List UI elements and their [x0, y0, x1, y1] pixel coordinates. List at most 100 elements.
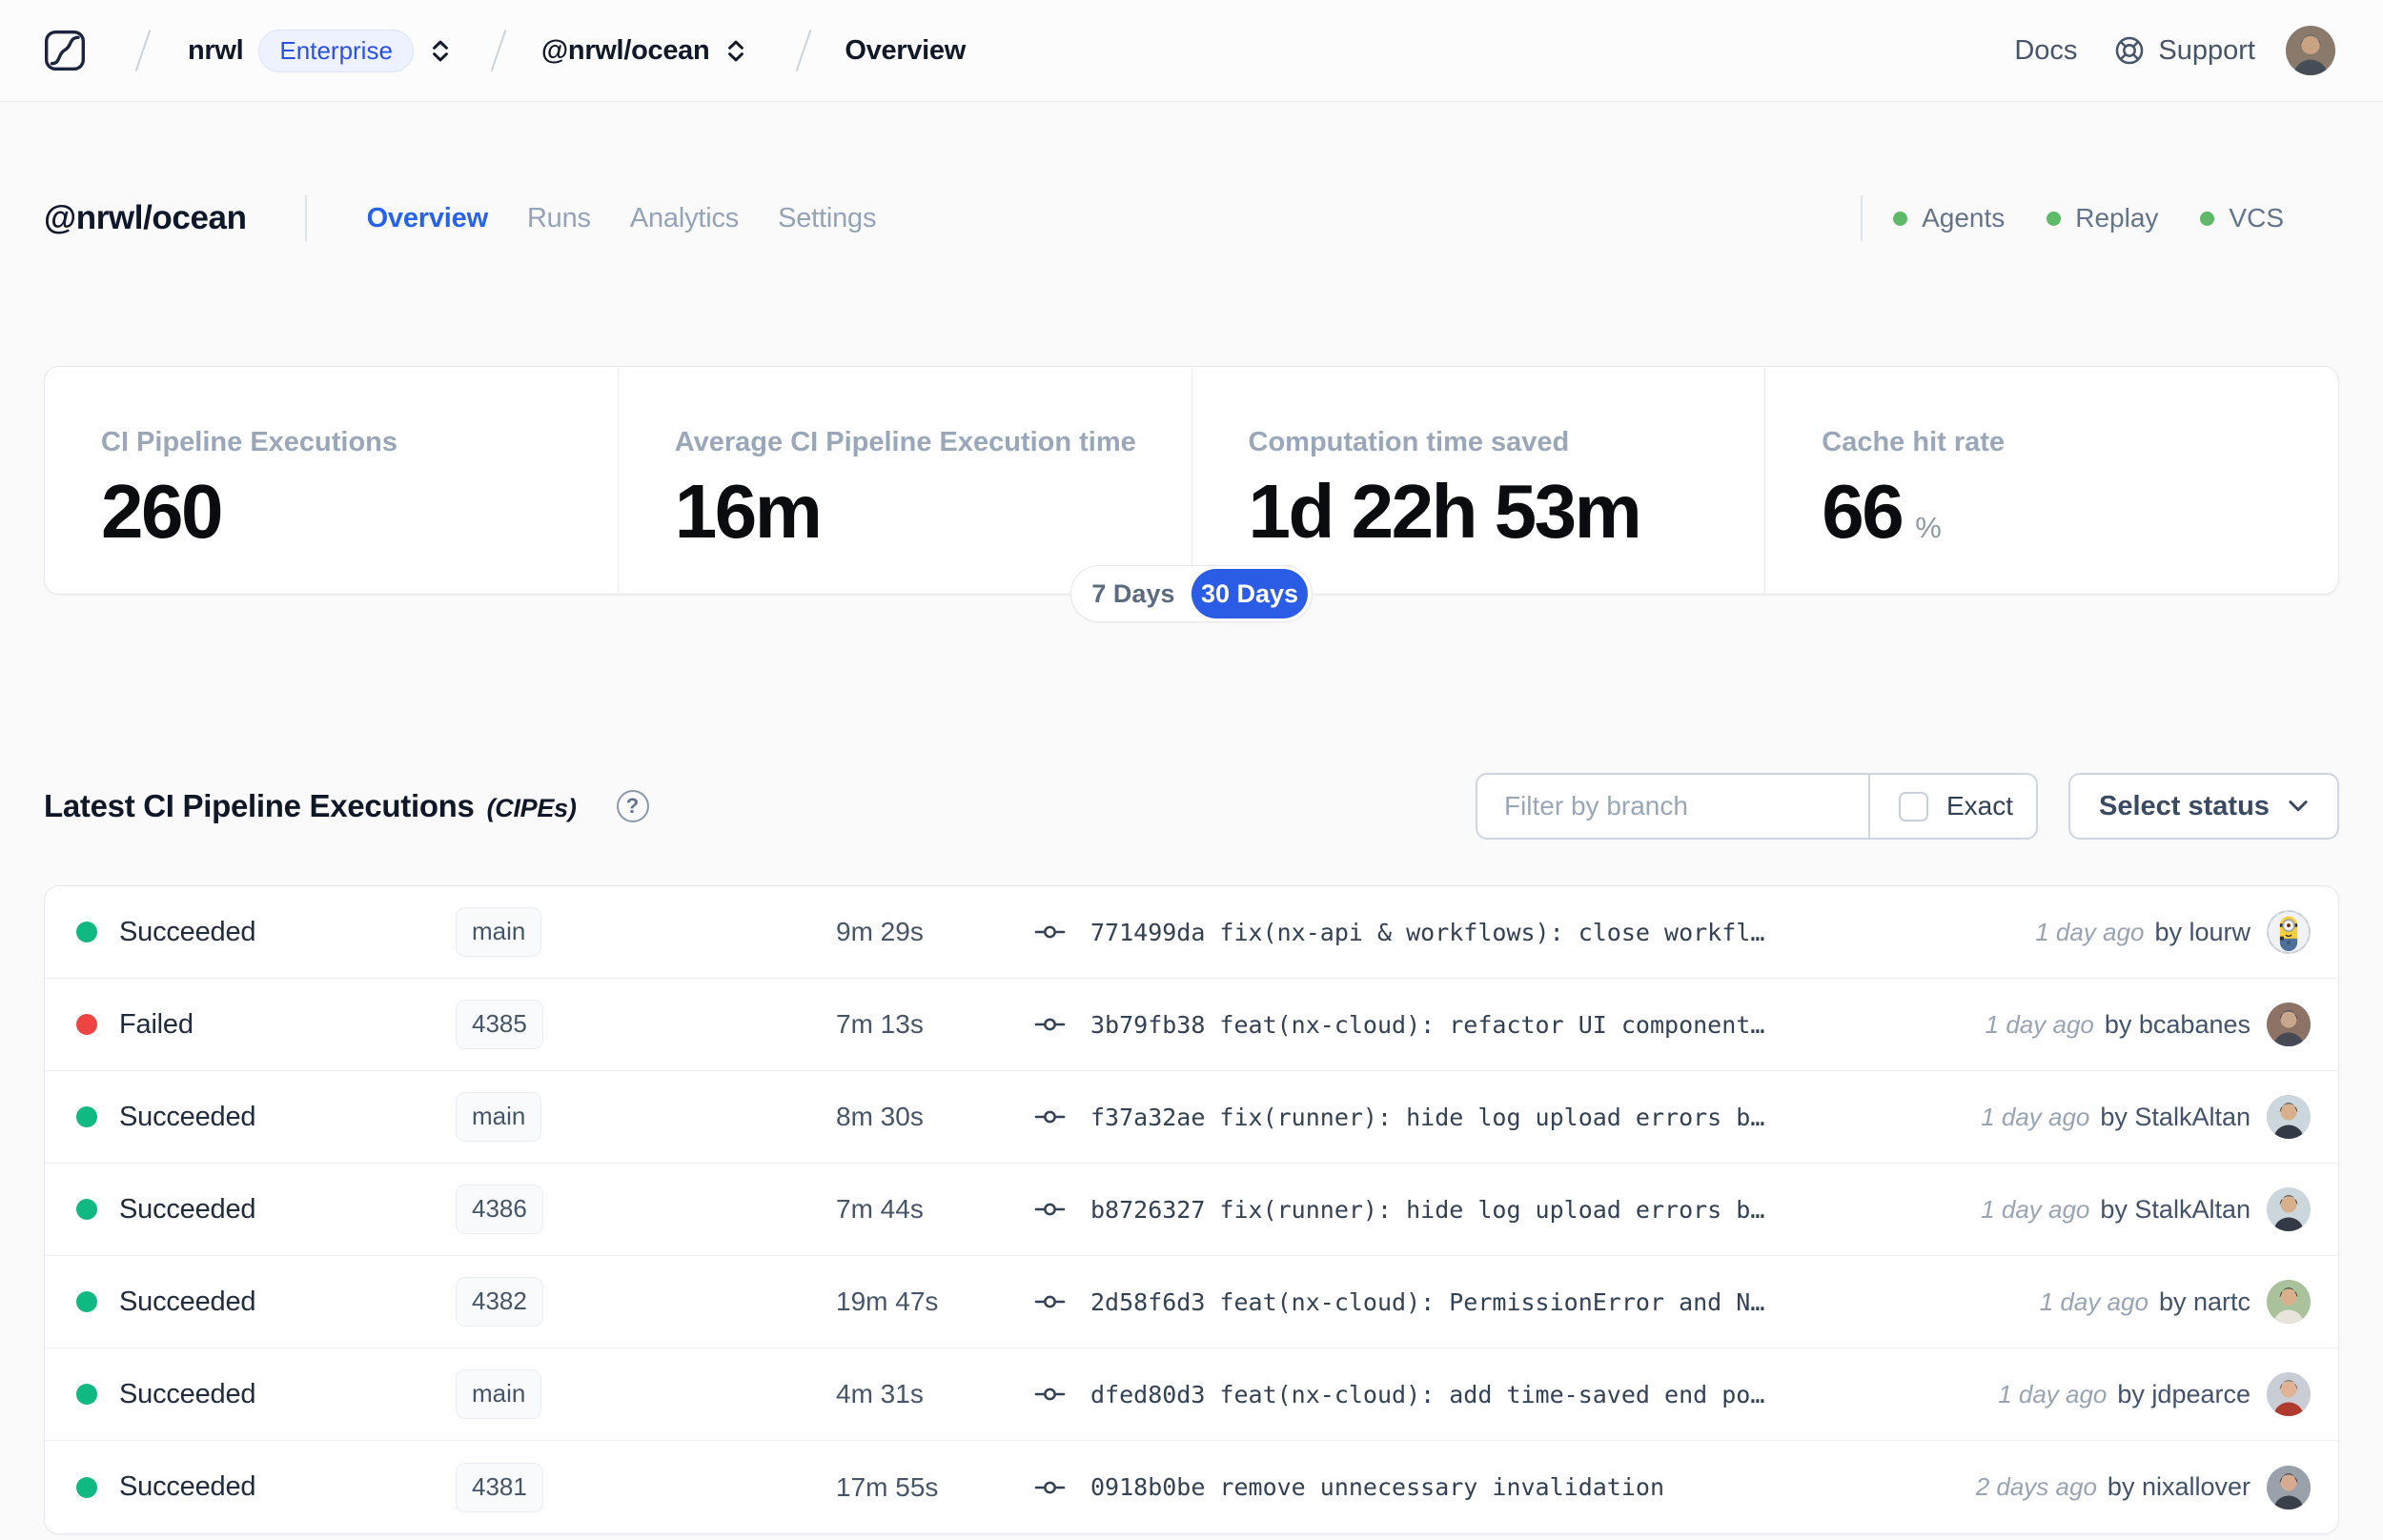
commit-message[interactable]: b8726327 fix(runner): hide log upload err…: [1090, 1196, 1764, 1224]
run-row[interactable]: Succeeded 4386 7m 44s b8726327 fix(runner…: [45, 1164, 2338, 1256]
user-avatar[interactable]: [2286, 26, 2335, 75]
range-30-days[interactable]: 30 Days: [1191, 569, 1309, 618]
run-row[interactable]: Failed 4385 7m 13s 3b79fb38 feat(nx-cloud…: [45, 979, 2338, 1071]
branch-badge[interactable]: main: [456, 1369, 542, 1419]
run-duration: 9m 29s: [836, 917, 924, 946]
commit-cell: dfed80d3 feat(nx-cloud): add time-saved e…: [1034, 1381, 1998, 1408]
run-status: Succeeded: [119, 1378, 256, 1409]
run-row[interactable]: Succeeded 4382 19m 47s 2d58f6d3 feat(nx-c…: [45, 1256, 2338, 1348]
breadcrumb-workspace[interactable]: @nrwl/ocean: [541, 35, 710, 67]
branch-badge[interactable]: 4381: [456, 1462, 543, 1512]
status-dot-icon: [2200, 211, 2215, 226]
commit-hash: 771499da: [1090, 918, 1206, 946]
run-status-dot-icon: [76, 922, 97, 942]
run-author: by nixallover: [2107, 1472, 2251, 1501]
commit-message[interactable]: f37a32ae fix(runner): hide log upload err…: [1090, 1104, 1764, 1131]
run-status: Succeeded: [119, 1286, 256, 1317]
commit-message[interactable]: 3b79fb38 feat(nx-cloud): refactor UI comp…: [1090, 1011, 1764, 1039]
breadcrumb: nrwl Enterprise @nrwl/ocean Overview: [44, 29, 966, 72]
branch-filter-input[interactable]: [1477, 775, 1868, 838]
run-author: by StalkAltan: [2100, 1194, 2251, 1224]
nx-cloud-logo[interactable]: [44, 30, 86, 71]
executions-title: Latest CI Pipeline Executions (CIPEs): [44, 788, 577, 823]
commit-hash: 0918b0be: [1090, 1473, 1206, 1501]
life-ring-icon: [2116, 36, 2144, 65]
executions-table: Succeeded main 9m 29s 771499da fix(nx-api…: [44, 885, 2339, 1534]
percent-suffix: %: [1915, 511, 1942, 544]
tab-runs[interactable]: Runs: [527, 203, 591, 234]
stat-cache-hit-rate: Cache hit rate 66%: [1764, 367, 2338, 594]
range-7-days[interactable]: 7 Days: [1075, 569, 1192, 618]
help-icon[interactable]: [616, 790, 649, 822]
breadcrumb-org[interactable]: nrwl: [188, 35, 244, 67]
run-meta: 1 day ago by lourw: [2035, 918, 2251, 947]
git-commit-icon: [1034, 1481, 1066, 1493]
commit-message[interactable]: 0918b0be remove unnecessary invalidation: [1090, 1473, 1664, 1501]
branch-badge[interactable]: main: [456, 1092, 542, 1142]
workspace-title: @nrwl/ocean: [44, 199, 247, 236]
run-status-dot-icon: [76, 1106, 97, 1127]
stat-ci-pipeline-executions: CI Pipeline Executions 260: [101, 427, 398, 554]
executions-filters: Exact Select status: [1475, 773, 2339, 840]
commit-cell: 2d58f6d3 feat(nx-cloud): PermissionError …: [1034, 1288, 2040, 1316]
run-duration: 7m 44s: [836, 1194, 924, 1224]
commit-message[interactable]: dfed80d3 feat(nx-cloud): add time-saved e…: [1090, 1381, 1764, 1408]
commit-message[interactable]: 771499da fix(nx-api & workflows): close w…: [1090, 919, 1764, 946]
run-status: Succeeded: [119, 916, 256, 947]
run-time-ago: 1 day ago: [1981, 1194, 2090, 1224]
stat-computation-time-saved: Computation time saved 1d 22h 53m: [1191, 367, 1765, 594]
breadcrumb-page[interactable]: Overview: [845, 35, 966, 67]
docs-link[interactable]: Docs: [2014, 35, 2077, 67]
branch-badge[interactable]: 4382: [456, 1277, 543, 1327]
run-time-ago: 1 day ago: [1981, 1102, 2090, 1131]
branch-cell: main: [456, 907, 836, 957]
breadcrumb-slash-icon: [795, 29, 812, 72]
tab-analytics[interactable]: Analytics: [630, 203, 739, 234]
run-author: by StalkAltan: [2100, 1102, 2251, 1131]
commit-cell: 771499da fix(nx-api & workflows): close w…: [1034, 919, 2035, 946]
status-select[interactable]: Select status: [2068, 773, 2339, 840]
branch-badge[interactable]: 4386: [456, 1185, 543, 1234]
executions-title-suffix: (CIPEs): [486, 794, 577, 822]
topbar-actions: Docs Support: [2014, 26, 2335, 75]
run-row[interactable]: Succeeded main 4m 31s dfed80d3 feat(nx-cl…: [45, 1348, 2338, 1441]
branch-cell: 4385: [456, 1000, 836, 1049]
stats-card: CI Pipeline Executions 260 Average CI Pi…: [44, 366, 2339, 622]
stat-average-execution-time: Average CI Pipeline Execution time 16m: [617, 367, 1192, 594]
commit-hash: dfed80d3: [1090, 1380, 1206, 1408]
author-avatar: [2267, 1187, 2311, 1231]
tab-settings[interactable]: Settings: [778, 203, 876, 234]
commit-hash: 3b79fb38: [1090, 1010, 1206, 1039]
run-row[interactable]: Succeeded main 9m 29s 771499da fix(nx-api…: [45, 886, 2338, 979]
workspace-tabs: Overview Runs Analytics Settings: [367, 203, 877, 234]
org-switcher-chevron-updown-icon[interactable]: [427, 33, 454, 69]
run-status-dot-icon: [76, 1476, 97, 1498]
commit-message[interactable]: 2d58f6d3 feat(nx-cloud): PermissionError …: [1090, 1288, 1764, 1316]
commit-cell: 3b79fb38 feat(nx-cloud): refactor UI comp…: [1034, 1011, 1986, 1039]
support-link[interactable]: Support: [2113, 34, 2255, 67]
feature-replay[interactable]: Replay: [2047, 203, 2158, 233]
commit-cell: f37a32ae fix(runner): hide log upload err…: [1034, 1104, 1981, 1131]
feature-agents[interactable]: Agents: [1893, 203, 2005, 233]
chevron-down-icon: [2289, 800, 2308, 812]
workspace-switcher-chevron-updown-icon[interactable]: [723, 33, 749, 69]
tab-overview[interactable]: Overview: [367, 203, 489, 234]
run-row[interactable]: Succeeded main 8m 30s f37a32ae fix(runner…: [45, 1071, 2338, 1164]
divider: [1861, 195, 1864, 241]
run-row[interactable]: Succeeded 4381 17m 55s 0918b0be remove un…: [45, 1441, 2338, 1533]
run-meta: 1 day ago by StalkAltan: [1981, 1195, 2251, 1225]
feature-vcs[interactable]: VCS: [2200, 203, 2284, 233]
run-status-dot-icon: [76, 1384, 97, 1405]
branch-badge[interactable]: 4385: [456, 1000, 543, 1049]
author-avatar: [2267, 1372, 2311, 1416]
git-commit-icon: [1034, 1018, 1066, 1031]
run-meta: 1 day ago by jdpearce: [1998, 1380, 2251, 1409]
git-commit-icon: [1034, 1203, 1066, 1216]
exact-label: Exact: [1945, 791, 2013, 821]
run-status-dot-icon: [76, 1291, 97, 1312]
branch-badge[interactable]: main: [456, 907, 542, 957]
feature-status-list: Agents Replay VCS: [1861, 195, 2339, 241]
exact-checkbox[interactable]: [1898, 791, 1928, 821]
run-duration: 4m 31s: [836, 1379, 924, 1408]
main-content: @nrwl/ocean Overview Runs Analytics Sett…: [0, 194, 2383, 1534]
